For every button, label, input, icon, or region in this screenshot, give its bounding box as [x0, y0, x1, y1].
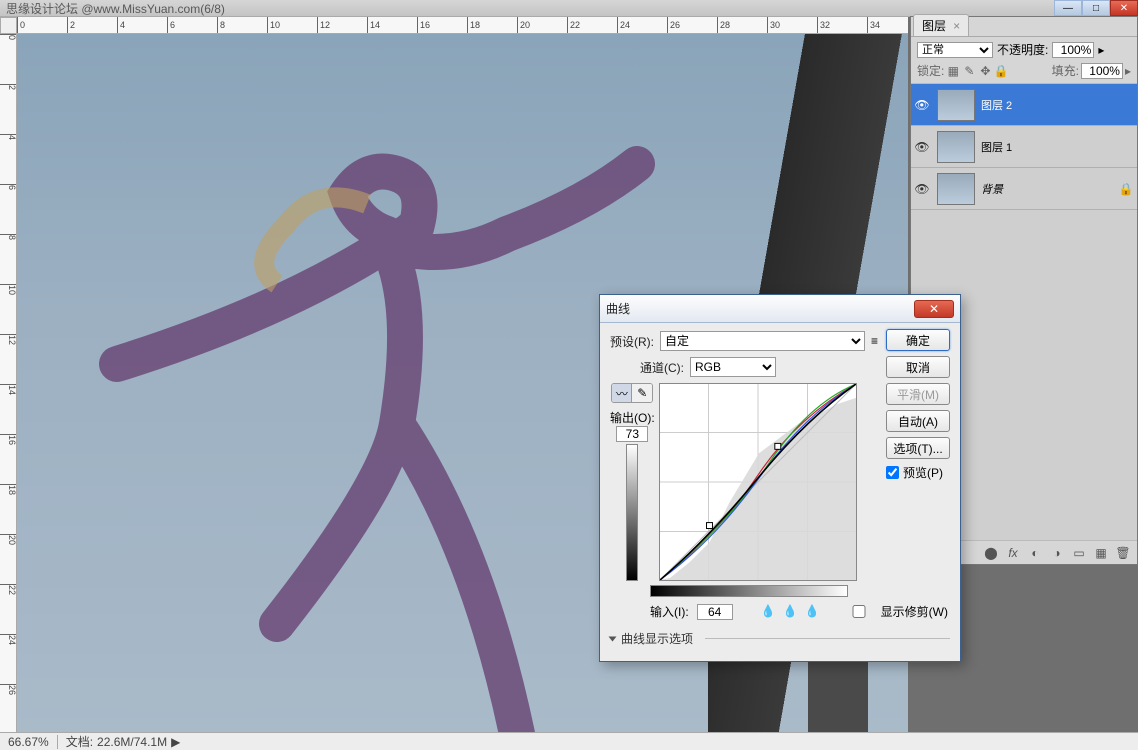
window-controls: — □ ✕ [1054, 0, 1138, 16]
show-clipping-checkbox[interactable]: 显示修剪(W) [841, 603, 948, 620]
document-size[interactable]: 文档: 22.6M/74.1M ▶ [58, 733, 189, 750]
channel-select[interactable]: RGB [690, 357, 776, 377]
input-input[interactable] [697, 604, 733, 620]
gray-eyedropper-icon[interactable]: 💧 [783, 604, 799, 620]
preset-menu-icon[interactable]: ≡ [871, 334, 878, 348]
curve-graph[interactable] [659, 383, 857, 581]
visibility-icon[interactable]: 👁 [913, 98, 931, 112]
visibility-icon[interactable]: 👁 [913, 182, 931, 196]
ruler-corner[interactable] [0, 17, 17, 34]
opacity-arrow-icon[interactable]: ▸ [1098, 43, 1104, 57]
status-bar: 66.67% 文档: 22.6M/74.1M ▶ [0, 732, 1138, 750]
trash-icon[interactable]: 🗑 [1115, 545, 1131, 561]
folder-icon[interactable]: ▭ [1071, 545, 1087, 561]
new-layer-icon[interactable]: ▦ [1093, 545, 1109, 561]
input-gradient [650, 585, 848, 597]
panel-tab-bar: 图层 × [911, 17, 1137, 37]
layer-name[interactable]: 图层 2 [981, 97, 1135, 113]
layer-blend-row: 正常 不透明度: ▸ 锁定: ▦ ✎ ✥ 🔒 填充: ▸ [911, 37, 1137, 84]
tab-label: 图层 [922, 19, 946, 33]
layer-row[interactable]: 👁 背景 🔒 [911, 168, 1137, 210]
curve-point-tool-icon[interactable]: 〰 [612, 384, 632, 402]
minimize-button[interactable]: — [1054, 0, 1082, 16]
ok-button[interactable]: 确定 [886, 329, 950, 351]
opacity-input[interactable] [1052, 42, 1094, 58]
dialog-title-bar[interactable]: 曲线 ✕ [600, 295, 960, 323]
curves-dialog: 曲线 ✕ 确定 取消 平滑(M) 自动(A) 选项(T)... 预览(P) 预设… [599, 294, 961, 662]
close-button[interactable]: ✕ [1110, 0, 1138, 16]
fill-input[interactable] [1081, 63, 1123, 79]
chevron-down-icon [609, 636, 617, 641]
preview-checkbox[interactable]: 预览(P) [886, 464, 950, 481]
preset-select[interactable]: 自定 [660, 331, 865, 351]
black-eyedropper-icon[interactable]: 💧 [761, 604, 777, 620]
layer-row[interactable]: 👁 图层 2 [911, 84, 1137, 126]
output-label: 输出(O): [610, 409, 655, 442]
options-button[interactable]: 选项(T)... [886, 437, 950, 459]
layer-thumbnail[interactable] [937, 173, 975, 205]
lock-image-icon[interactable]: ✎ [962, 64, 976, 78]
auto-button[interactable]: 自动(A) [886, 410, 950, 432]
link-layers-icon[interactable]: ⬤ [983, 545, 999, 561]
smooth-button: 平滑(M) [886, 383, 950, 405]
layer-thumbnail[interactable] [937, 89, 975, 121]
visibility-icon[interactable]: 👁 [913, 140, 931, 154]
lock-all-icon[interactable]: 🔒 [994, 64, 1008, 78]
lock-icon: 🔒 [1117, 182, 1135, 196]
cancel-button[interactable]: 取消 [886, 356, 950, 378]
lock-transparent-icon[interactable]: ▦ [946, 64, 960, 78]
doc-arrow-icon[interactable]: ▶ [171, 735, 180, 749]
curve-display-options[interactable]: 曲线显示选项 [610, 630, 950, 647]
mask-icon[interactable]: ◐ [1027, 545, 1043, 561]
ruler-horizontal[interactable]: 0246810121416182022242628303234 [17, 17, 908, 34]
input-label: 输入(I): [650, 603, 689, 620]
layer-name[interactable]: 图层 1 [981, 139, 1135, 155]
adjustment-icon[interactable]: ◑ [1049, 545, 1065, 561]
tab-close-icon[interactable]: × [953, 19, 960, 33]
title-text: 思缘设计论坛 @www.MissYuan.com(6/8) [6, 0, 225, 17]
opacity-label: 不透明度: [997, 41, 1048, 58]
tab-layers[interactable]: 图层 × [913, 14, 969, 36]
fill-label: 填充: [1052, 62, 1079, 79]
dialog-button-column: 确定 取消 平滑(M) 自动(A) 选项(T)... 预览(P) [886, 329, 950, 481]
maximize-button[interactable]: □ [1082, 0, 1110, 16]
doc-label: 文档: [66, 733, 93, 750]
curve-tool-toggle[interactable]: 〰 ✎ [611, 383, 653, 403]
preview-check-input[interactable] [886, 466, 899, 479]
layer-row[interactable]: 👁 图层 1 [911, 126, 1137, 168]
layer-thumbnail[interactable] [937, 131, 975, 163]
fx-icon[interactable]: fx [1005, 545, 1021, 561]
output-input[interactable] [616, 426, 648, 442]
channel-label: 通道(C): [640, 359, 684, 376]
layer-name[interactable]: 背景 [981, 181, 1117, 197]
dialog-close-button[interactable]: ✕ [914, 300, 954, 318]
fill-arrow-icon[interactable]: ▸ [1125, 64, 1131, 78]
preset-label: 预设(R): [610, 333, 654, 350]
blend-mode-select[interactable]: 正常 [917, 42, 993, 58]
zoom-level[interactable]: 66.67% [0, 735, 58, 749]
white-eyedropper-icon[interactable]: 💧 [805, 604, 821, 620]
lock-label: 锁定: [917, 62, 944, 79]
output-gradient [626, 444, 638, 581]
curve-pencil-tool-icon[interactable]: ✎ [632, 384, 652, 402]
show-clipping-input[interactable] [841, 605, 877, 618]
ruler-vertical[interactable]: 02468101214161820222426 [0, 34, 17, 732]
doc-value: 22.6M/74.1M [97, 735, 167, 749]
lock-position-icon[interactable]: ✥ [978, 64, 992, 78]
dialog-title: 曲线 [606, 300, 630, 317]
